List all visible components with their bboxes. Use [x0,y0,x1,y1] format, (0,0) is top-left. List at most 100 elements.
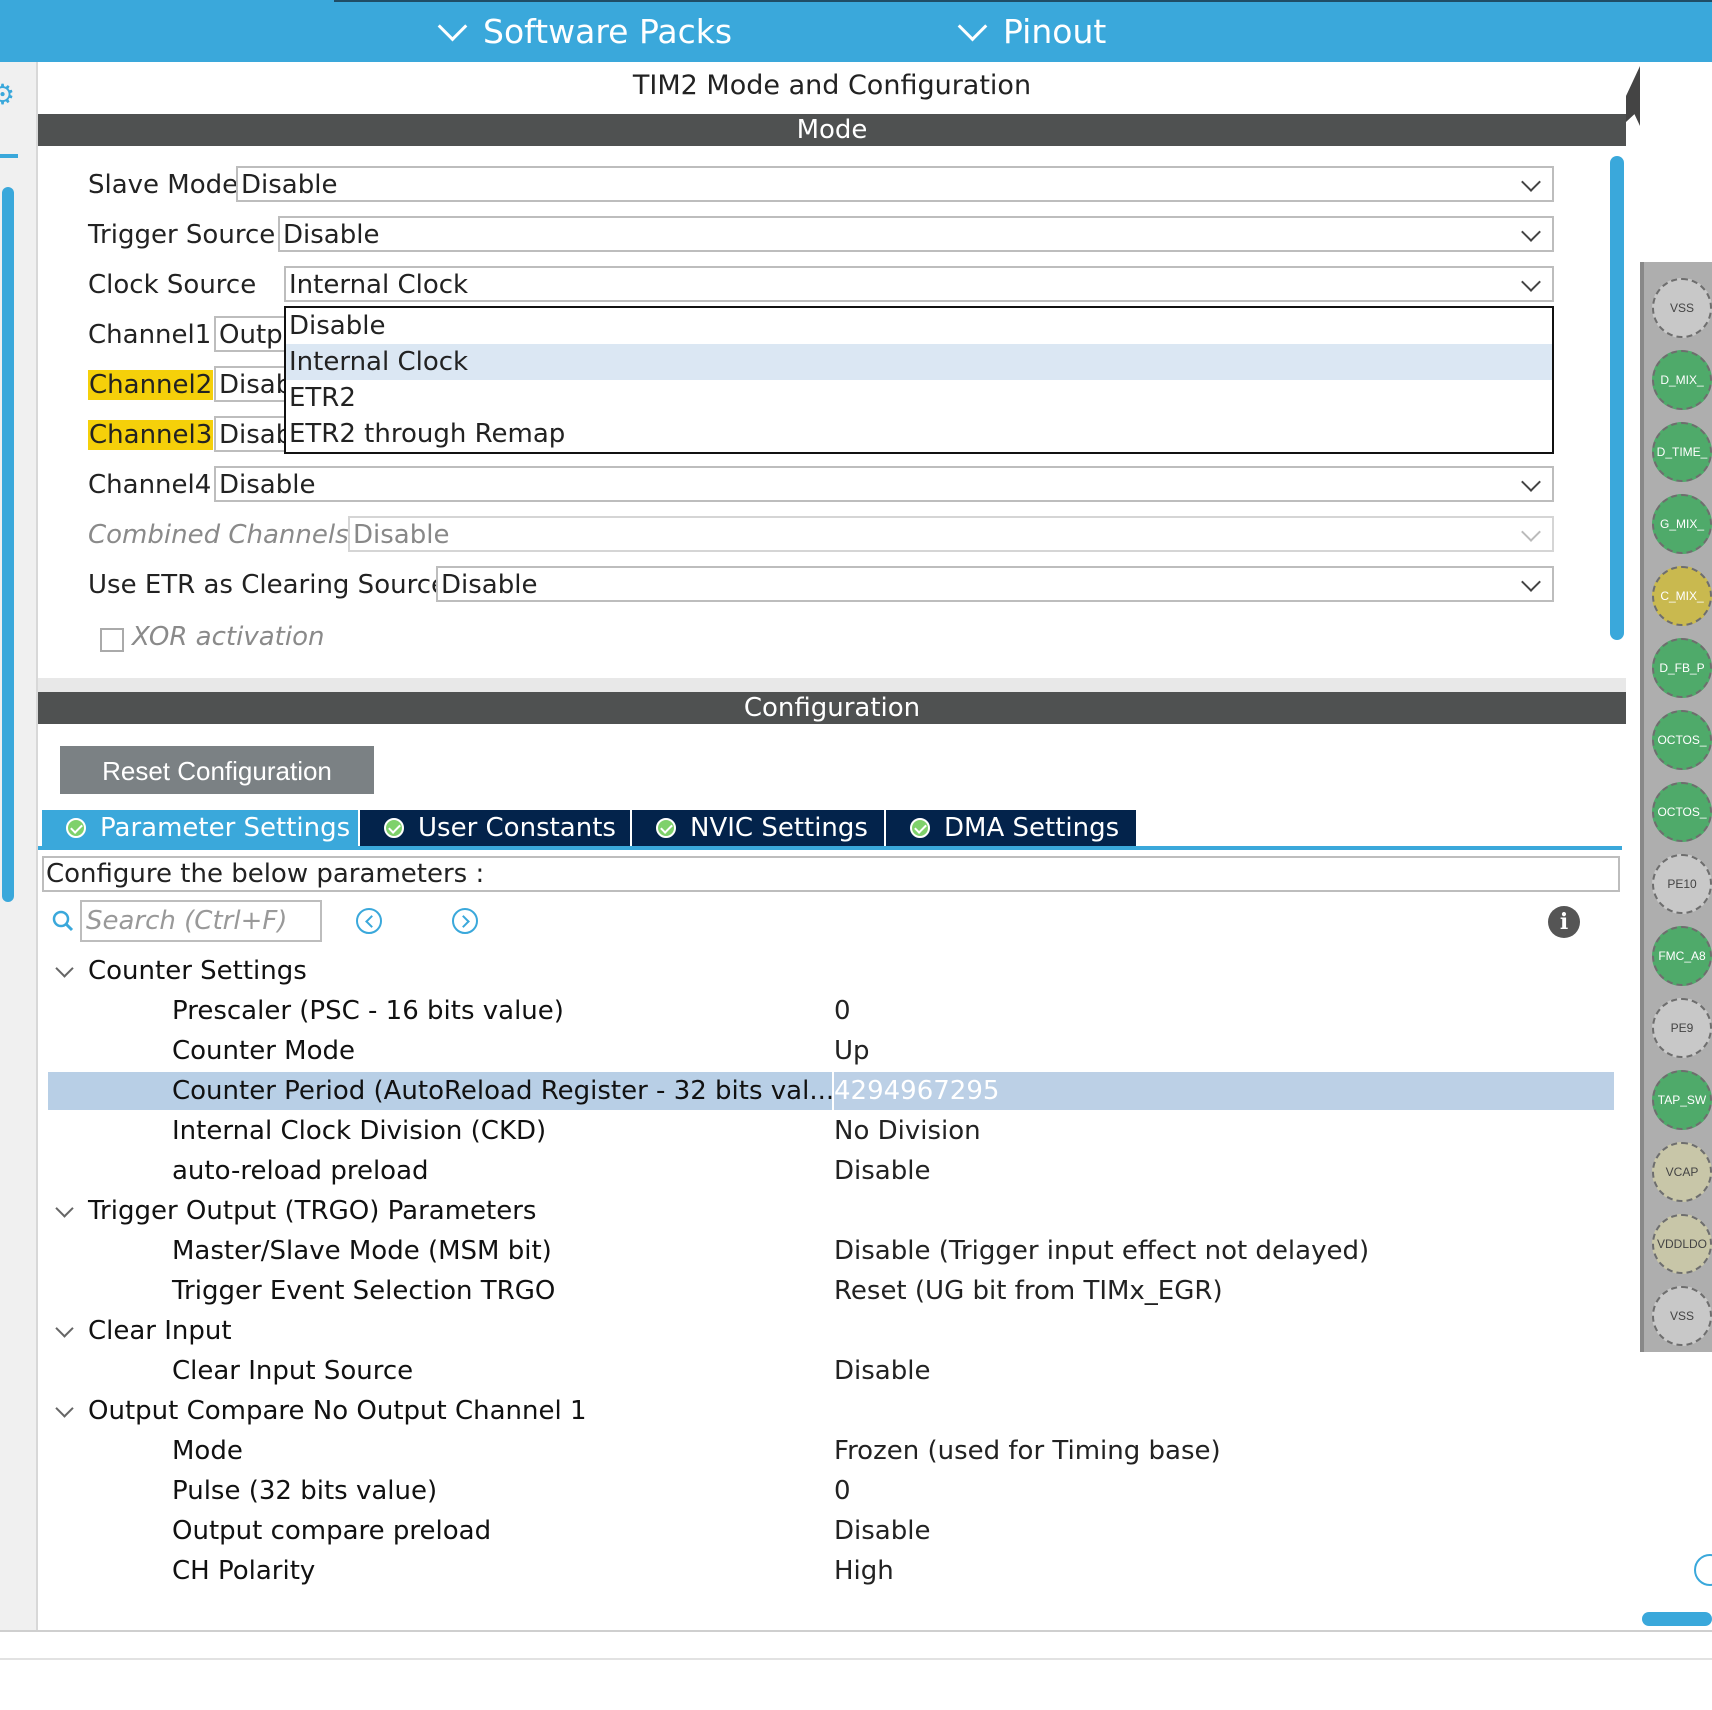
left-side-strip: ⚙ [0,62,38,1630]
group-counter-settings[interactable]: Counter Settings [88,956,307,986]
param-name: CH Polarity [172,1556,316,1586]
tab-label: Parameter Settings [100,813,351,843]
pin[interactable]: VSS [1652,1286,1712,1346]
dropdown-option-selected[interactable]: Internal Clock [286,344,1552,380]
pin[interactable]: D_MIX_ [1652,350,1712,410]
tab-dma-settings[interactable]: DMA Settings [886,810,1136,846]
use-etr-select[interactable]: Disable [436,566,1554,602]
slave-mode-value: Disable [241,170,338,200]
group-trigger-output[interactable]: Trigger Output (TRGO) Parameters [88,1196,536,1226]
selection-indicator [0,154,18,158]
tab-nvic-settings[interactable]: NVIC Settings [632,810,884,846]
configuration-header: Configuration [38,692,1626,724]
gear-icon[interactable]: ⚙ [0,78,15,111]
software-packs-menu[interactable]: Software Packs [437,11,732,51]
check-circle-icon [656,818,676,838]
splitter[interactable] [38,678,1626,692]
info-icon[interactable]: i [1548,906,1580,938]
tab-label: DMA Settings [944,813,1120,843]
dropdown-option[interactable]: Disable [286,308,1552,344]
pin[interactable]: C_MIX_ [1652,566,1712,626]
pin[interactable]: OCTOS_ [1652,710,1712,770]
next-result-icon[interactable] [452,908,478,934]
combined-channels-select: Disable [348,516,1554,552]
previous-result-icon[interactable] [356,908,382,934]
combined-channels-label: Combined Channels [88,520,349,550]
param-name: Prescaler (PSC - 16 bits value) [172,996,564,1026]
channel4-label: Channel4 [88,470,212,500]
channel4-value: Disable [219,470,316,500]
xor-activation-label: XOR activation [132,622,325,652]
channel4-select[interactable]: Disable [214,466,1554,502]
search-icon [52,910,74,932]
use-etr-label: Use ETR as Clearing Source [88,570,447,600]
clock-source-dropdown: Disable Internal Clock ETR2 ETR2 through… [284,306,1554,454]
dropdown-option[interactable]: ETR2 through Remap [286,416,1552,452]
param-name: Clear Input Source [172,1356,414,1386]
param-value[interactable]: 0 [834,1476,851,1506]
panel-title: TIM2 Mode and Configuration [632,70,1032,101]
check-circle-icon [384,818,404,838]
param-name: Trigger Event Selection TRGO [172,1276,556,1306]
horizontal-scrollbar[interactable] [1642,1612,1712,1626]
param-name: auto-reload preload [172,1156,429,1186]
pinout-label: Pinout [1003,12,1107,51]
pin[interactable]: TAP_SW [1652,1070,1712,1130]
param-value[interactable]: Reset (UG bit from TIMx_EGR) [834,1276,1223,1306]
trigger-source-select[interactable]: Disable [278,216,1554,252]
pin[interactable]: VDDLDO [1652,1214,1712,1274]
pin[interactable]: G_MIX_ [1652,494,1712,554]
tab-user-constants[interactable]: User Constants [360,810,630,846]
param-name: Pulse (32 bits value) [172,1476,438,1506]
check-circle-icon [910,818,930,838]
param-value[interactable]: 0 [834,996,851,1026]
pin[interactable]: VCAP [1652,1142,1712,1202]
xor-activation-checkbox[interactable] [100,628,124,652]
pin[interactable]: D_FB_P [1652,638,1712,698]
group-output-compare[interactable]: Output Compare No Output Channel 1 [88,1396,587,1426]
param-value[interactable]: High [834,1556,894,1586]
pin[interactable]: PE9 [1652,998,1712,1058]
mode-scrollbar[interactable] [1610,156,1624,640]
configure-description: Configure the below parameters : [42,856,1620,892]
check-circle-icon [66,818,86,838]
pin[interactable]: FMC_A8 [1652,926,1712,986]
pin[interactable]: OCTOS_ [1652,782,1712,842]
channel2-label: Channel2 [88,370,214,400]
chevron-down-icon [437,11,468,42]
param-name-selected: Counter Period (AutoReload Register - 32… [172,1076,835,1106]
tab-underline [38,846,1622,850]
clock-source-select[interactable]: Internal Clock [284,266,1554,302]
slave-mode-select[interactable]: Disable [236,166,1554,202]
param-name: Master/Slave Mode (MSM bit) [172,1236,552,1266]
pin[interactable]: VSS [1652,278,1712,338]
chevron-down-icon [1521,272,1541,292]
trigger-source-label: Trigger Source [88,220,276,250]
channel1-label: Channel1 [88,320,212,350]
bottom-divider [0,1630,1712,1632]
left-scrollbar[interactable] [2,187,14,902]
reset-configuration-button[interactable]: Reset Configuration [60,746,374,794]
search-input[interactable] [80,900,322,942]
param-value[interactable]: Disable [834,1516,930,1546]
param-value-selected[interactable]: 4294967295 [834,1076,999,1106]
tab-parameter-settings[interactable]: Parameter Settings [42,810,358,846]
clock-source-value: Internal Clock [289,270,469,300]
tab-label: User Constants [418,813,616,843]
param-value[interactable]: Frozen (used for Timing base) [834,1436,1221,1466]
pinout-menu[interactable]: Pinout [957,11,1107,51]
pin[interactable]: D_TIME_ [1652,422,1712,482]
combined-channels-value: Disable [353,520,450,550]
param-value[interactable]: Disable [834,1156,930,1186]
param-name: Internal Clock Division (CKD) [172,1116,547,1146]
slave-mode-label: Slave Mode [88,170,239,200]
pin[interactable]: PE10 [1652,854,1712,914]
use-etr-value: Disable [441,570,538,600]
param-value[interactable]: Up [834,1036,870,1066]
param-value[interactable]: Disable (Trigger input effect not delaye… [834,1236,1369,1266]
param-value[interactable]: No Division [834,1116,981,1146]
dropdown-option[interactable]: ETR2 [286,380,1552,416]
tab-label: NVIC Settings [690,813,868,843]
param-value[interactable]: Disable [834,1356,930,1386]
group-clear-input[interactable]: Clear Input [88,1316,232,1346]
